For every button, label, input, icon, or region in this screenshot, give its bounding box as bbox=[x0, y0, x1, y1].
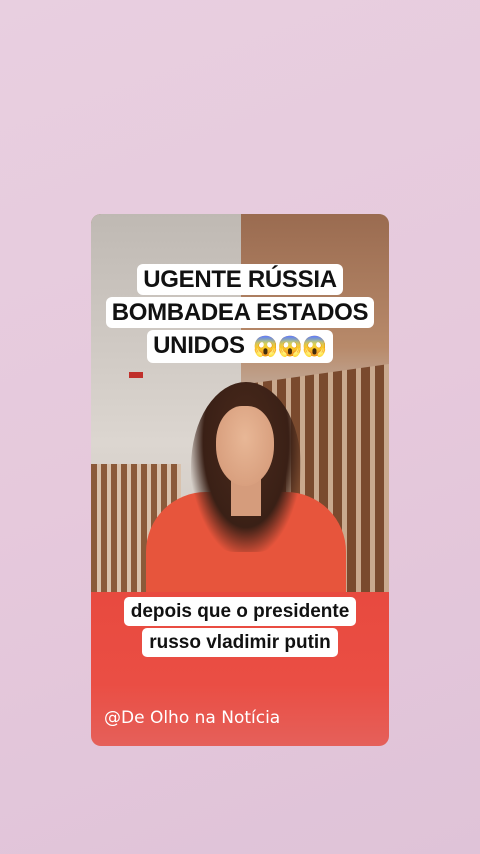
video-card[interactable]: UGENTE RÚSSIA BOMBADEA ESTADOS UNIDOS 😱😱… bbox=[91, 214, 389, 746]
channel-logo-mark bbox=[129, 372, 143, 378]
subtitle-caption: depois que o presidente russo vladimir p… bbox=[91, 597, 389, 659]
channel-watermark: @De Olho na Notícia bbox=[104, 708, 281, 728]
headline-line-3: UNIDOS 😱😱😱 bbox=[147, 330, 333, 363]
caption-line-1: depois que o presidente bbox=[123, 597, 357, 626]
headline-line-1: UGENTE RÚSSIA bbox=[137, 264, 343, 295]
screaming-face-emoji-icon: 😱😱😱 bbox=[253, 336, 327, 358]
caption-line-2: russo vladimir putin bbox=[142, 628, 338, 657]
headline-overlay: UGENTE RÚSSIA BOMBADEA ESTADOS UNIDOS 😱😱… bbox=[91, 264, 389, 363]
headline-line-3-text: UNIDOS bbox=[153, 332, 245, 359]
presenter-face bbox=[216, 406, 274, 486]
headline-line-2: BOMBADEA ESTADOS bbox=[105, 297, 375, 328]
